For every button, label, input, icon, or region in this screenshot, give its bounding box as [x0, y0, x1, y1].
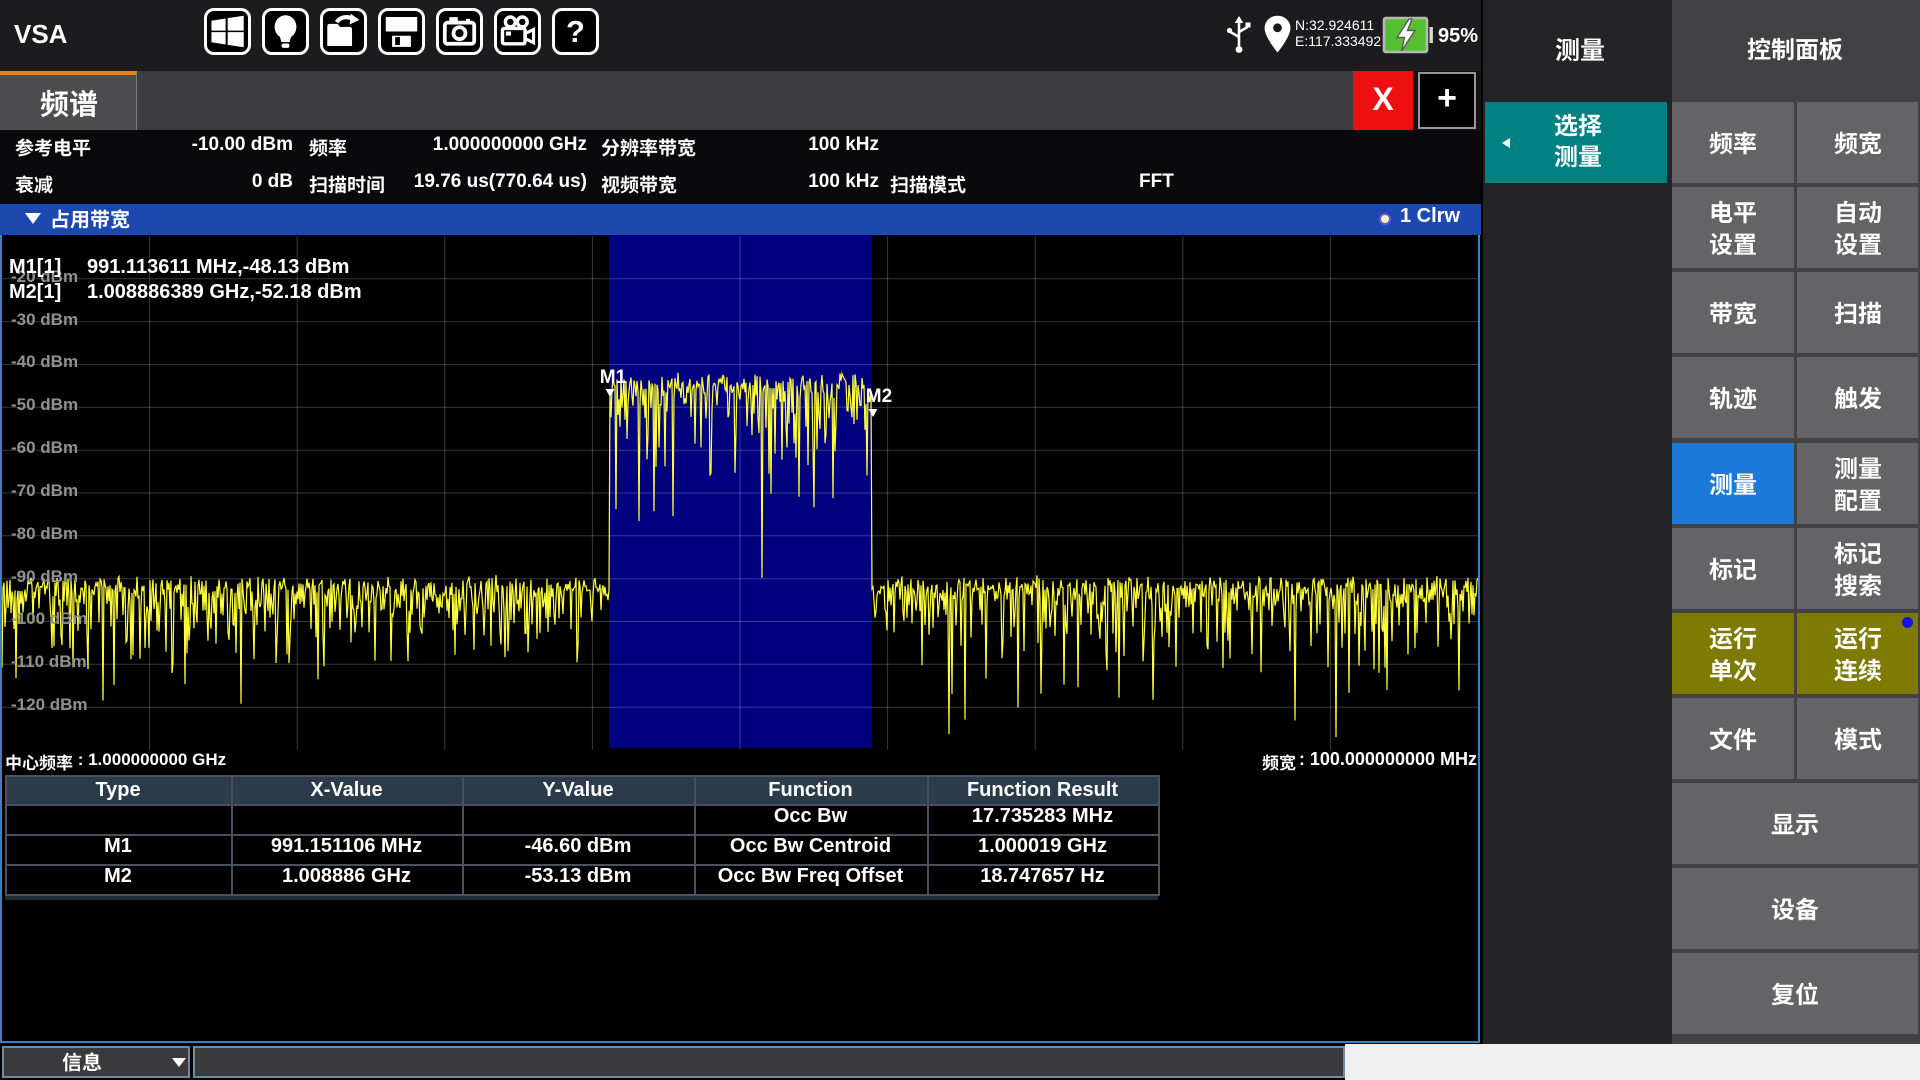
svg-text:M1: M1 [600, 367, 627, 388]
svg-text:M2: M2 [866, 386, 892, 407]
